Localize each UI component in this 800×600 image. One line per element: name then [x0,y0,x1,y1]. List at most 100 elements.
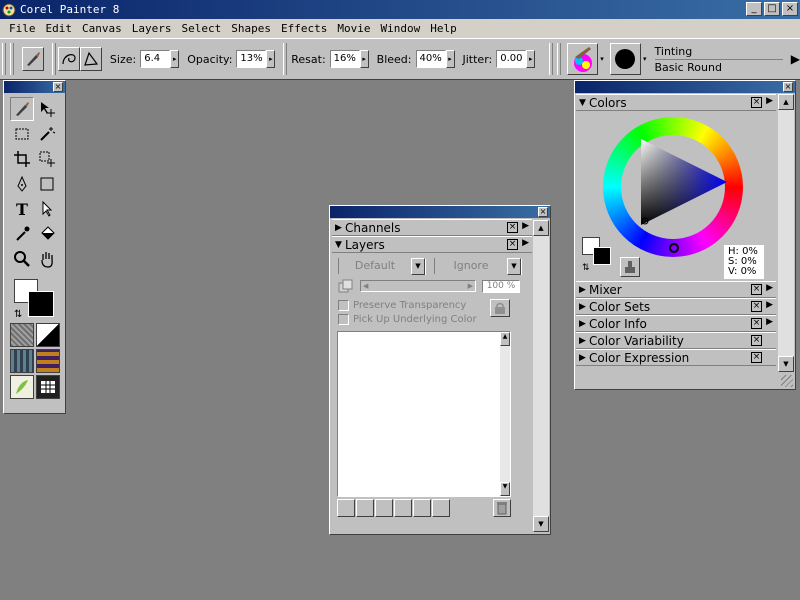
brush-variant-dropdown-arrow-icon[interactable]: ▾ [643,55,647,63]
brush-variant-icon[interactable] [609,43,641,75]
colors-palette-titlebar[interactable]: × [575,81,795,93]
straight-line-stroke-icon[interactable] [79,47,102,71]
toolbar-grip[interactable] [2,43,6,75]
restore-button[interactable]: □ [764,2,780,16]
delete-layer-icon[interactable] [493,499,511,517]
menu-layers[interactable]: Layers [127,22,177,35]
color-variability-section-header[interactable]: ▶ Color Variability × [576,332,776,349]
colors-palette-close-icon[interactable]: × [783,82,793,92]
toolbox-titlebar[interactable]: × [4,81,65,93]
shape-selection-icon[interactable] [35,197,59,221]
opacity-slider-left-icon[interactable]: ◀ [363,282,368,290]
expand-triangle-icon[interactable]: ▶ [579,285,589,295]
menu-canvas[interactable]: Canvas [77,22,127,35]
drop-layer-icon[interactable] [413,499,431,517]
composite-method-value[interactable]: Default [339,258,411,275]
colors-scroll-up-icon[interactable]: ▲ [778,94,794,110]
opacity-slider-track[interactable]: ◀ ▶ [360,280,476,292]
expand-triangle-icon[interactable]: ▶ [579,336,589,346]
menu-edit[interactable]: Edit [41,22,78,35]
brush-tool-icon[interactable] [10,97,34,121]
color-expression-section-header[interactable]: ▶ Color Expression × [576,349,776,366]
grabber-icon[interactable] [35,247,59,271]
additional-color-swatch[interactable] [28,291,54,317]
saturation-value-triangle[interactable] [603,117,743,257]
menu-window[interactable]: Window [375,22,425,35]
color-sets-close-icon[interactable]: × [751,301,762,312]
brush-category-icon[interactable] [566,43,599,75]
expand-triangle-icon[interactable]: ▶ [579,353,589,363]
jitter-field[interactable]: 0.00 ▸ [496,50,536,68]
expand-triangle-icon[interactable]: ▶ [335,223,345,233]
bleed-slider-arrow-icon[interactable]: ▸ [445,50,455,68]
bleed-field[interactable]: 40% ▸ [415,50,455,68]
colors-scroll-down-icon[interactable]: ▼ [778,356,794,372]
weaving-selector-icon[interactable] [36,349,60,373]
collapse-triangle-icon[interactable]: ▼ [335,240,345,250]
colors-section-header[interactable]: ▼ Colors × ▶ [576,94,776,111]
colors-palette-scrollbar[interactable]: ▲ ▼ [778,94,794,372]
channels-section-header[interactable]: ▶ Channels × ▶ [332,219,532,236]
layer-list-scroll-down-icon[interactable]: ▼ [500,482,510,496]
gradient-selector-icon[interactable] [36,323,60,347]
menu-shapes[interactable]: Shapes [226,22,276,35]
crop-icon[interactable] [10,147,34,171]
layer-list[interactable]: ▲ ▼ [337,331,511,497]
brush-tool-indicator-icon[interactable] [21,47,44,71]
additional-color-swatch[interactable] [593,247,611,265]
layers-menu-arrow-icon[interactable]: ▶ [522,238,529,248]
lock-layer-icon[interactable] [490,299,510,317]
text-icon[interactable]: T [10,197,34,221]
brush-variant-name[interactable]: Basic Round [655,60,783,75]
toolbar-grip[interactable] [557,43,561,75]
color-info-close-icon[interactable]: × [751,318,762,329]
jitter-slider-arrow-icon[interactable]: ▸ [526,50,536,68]
new-layer-mask-icon[interactable] [394,499,412,517]
paint-bucket-icon[interactable] [35,222,59,246]
checkbox-box[interactable] [338,313,349,325]
color-sets-section-header[interactable]: ▶ Color Sets × ▶ [576,298,776,315]
nozzle-selector-icon[interactable] [10,375,34,399]
toolbar-grip[interactable] [9,43,14,75]
expand-triangle-icon[interactable]: ▶ [579,319,589,329]
channels-close-icon[interactable]: × [507,222,518,233]
checkbox-box[interactable] [338,299,349,311]
expand-triangle-icon[interactable]: ▶ [579,302,589,312]
color-expression-close-icon[interactable]: × [751,352,762,363]
look-selector-icon[interactable] [36,375,60,399]
opacity-slider-right-icon[interactable]: ▶ [468,282,473,290]
resat-field[interactable]: 16% ▸ [329,50,369,68]
menu-help[interactable]: Help [425,22,462,35]
palette-scroll-up-icon[interactable]: ▲ [533,220,549,236]
resat-value[interactable]: 16% [329,50,360,68]
pattern-selector-icon[interactable] [10,349,34,373]
opacity-value[interactable]: 13% [236,50,267,68]
bleed-value[interactable]: 40% [415,50,446,68]
layers-palette-scrollbar[interactable]: ▲ ▼ [533,220,549,532]
magic-wand-icon[interactable] [35,122,59,146]
layer-adjuster-icon[interactable] [35,97,59,121]
paper-selector-icon[interactable] [10,323,34,347]
collapse-triangle-icon[interactable]: ▼ [579,98,589,108]
hue-picker-indicator[interactable] [669,243,679,253]
brush-category-name[interactable]: Tinting [654,44,783,60]
toolbar-grip[interactable] [549,43,554,75]
channels-menu-arrow-icon[interactable]: ▶ [522,221,529,231]
dropper-icon[interactable] [10,222,34,246]
brush-selector-names[interactable]: Tinting Basic Round [654,44,783,75]
colors-menu-arrow-icon[interactable]: ▶ [766,96,773,106]
color-sets-menu-arrow-icon[interactable]: ▶ [766,300,773,310]
dynamic-plugins-icon[interactable] [356,499,374,517]
mixer-section-header[interactable]: ▶ Mixer × ▶ [576,281,776,298]
depth-arrow-icon[interactable]: ▼ [507,258,521,275]
layers-palette-titlebar[interactable]: × [330,206,550,218]
colors-close-icon[interactable]: × [751,97,762,108]
size-field[interactable]: 6.4 ▸ [140,50,180,68]
size-slider-arrow-icon[interactable]: ▸ [170,50,180,68]
mixer-close-icon[interactable]: × [751,284,762,295]
selection-adjuster-icon[interactable] [35,147,59,171]
depth-value[interactable]: Ignore [435,258,507,275]
toolbox-close-icon[interactable]: × [53,82,63,92]
magnifier-icon[interactable] [10,247,34,271]
palette-scroll-down-icon[interactable]: ▼ [533,516,549,532]
